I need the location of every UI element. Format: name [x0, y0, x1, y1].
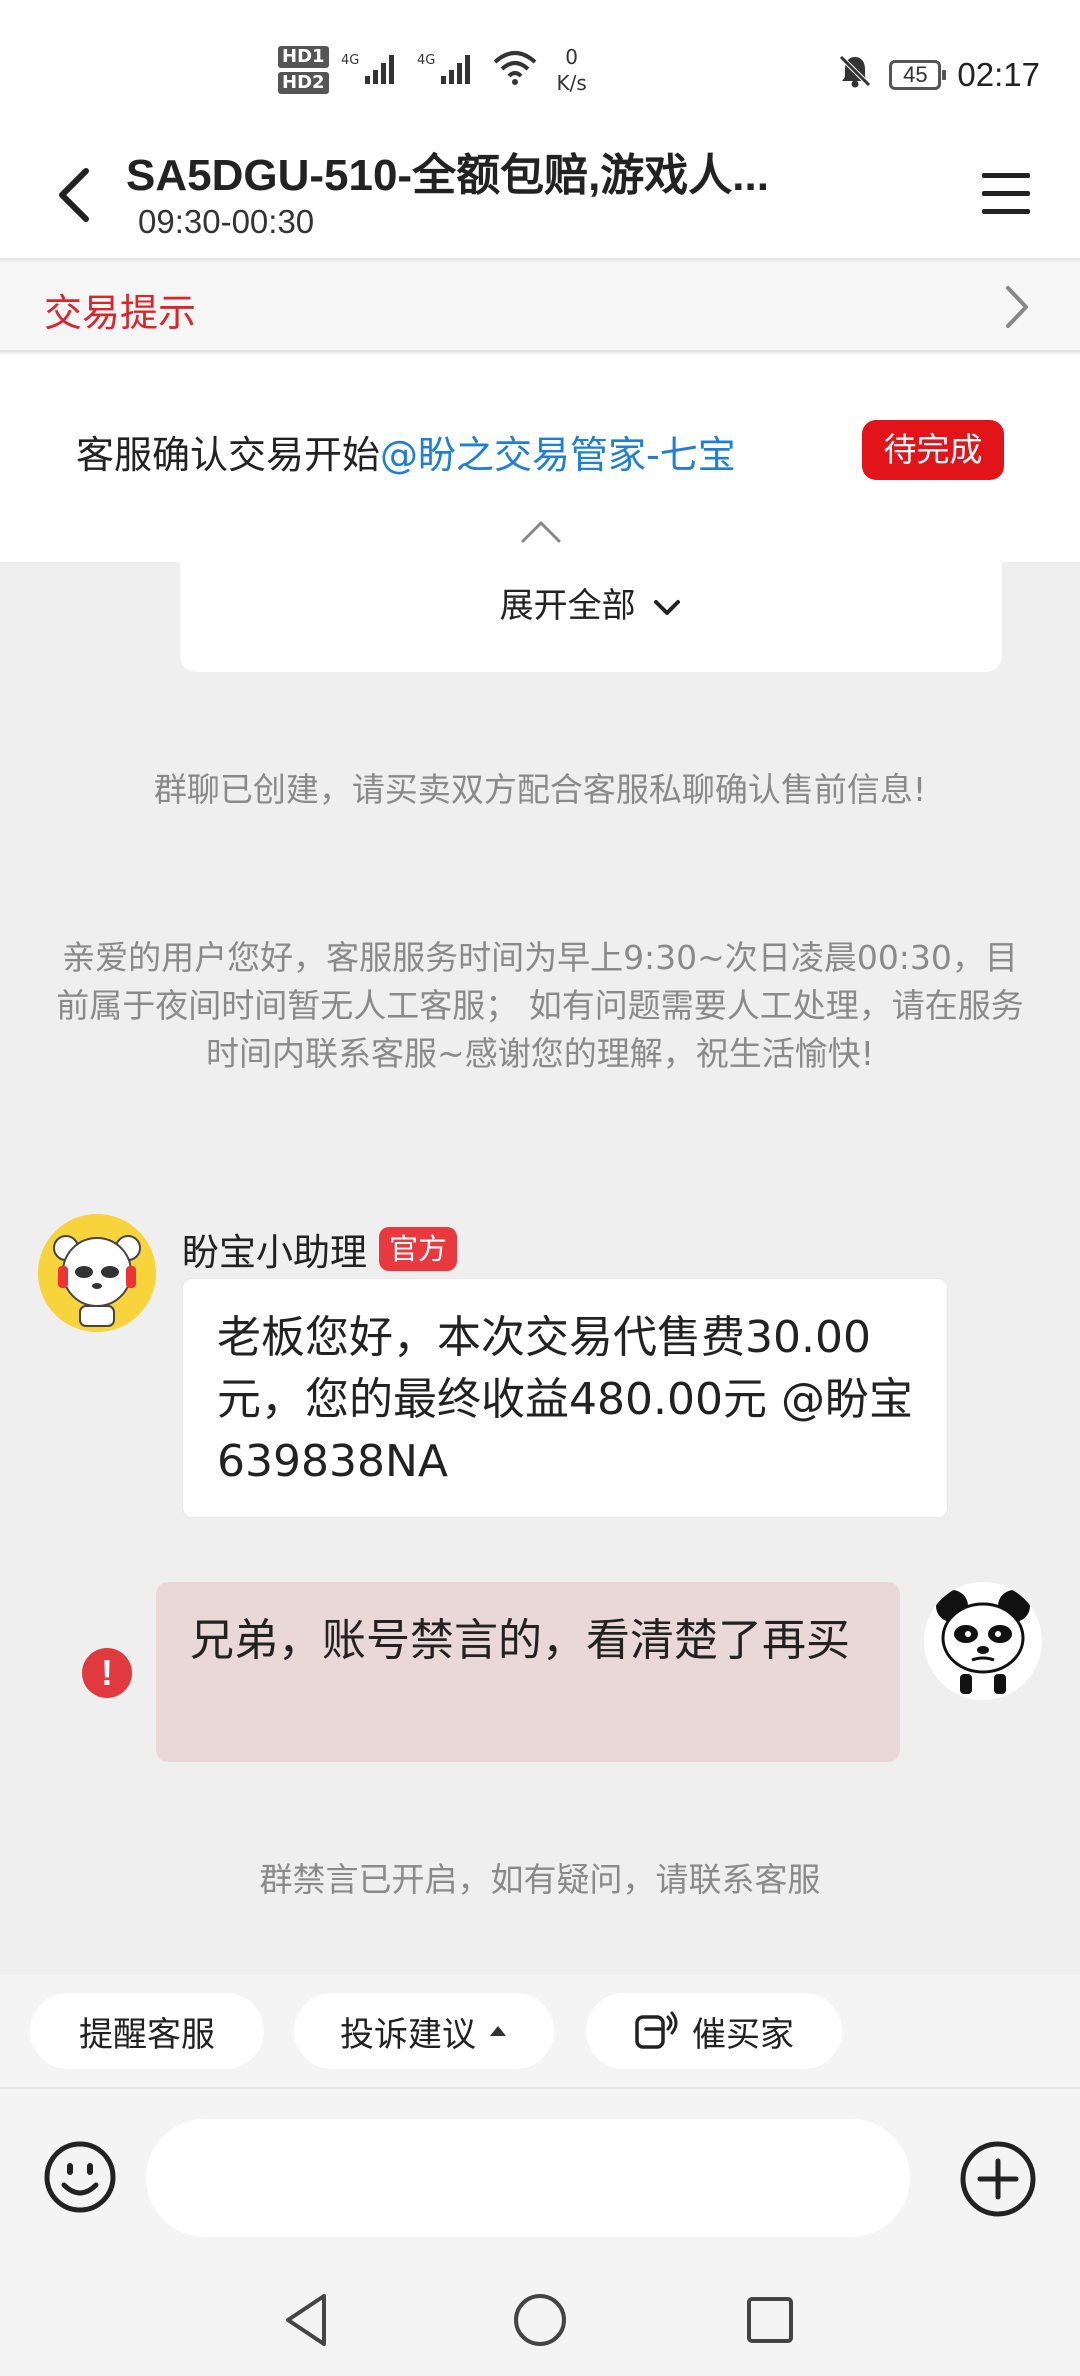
remind-service-label: 提醒客服 — [79, 2014, 215, 2055]
message-sender: 盼宝小助理 官方 — [182, 1222, 458, 1276]
trade-info-card: 展开全部 — [180, 562, 1002, 672]
chat-hours: 09:30-00:30 — [138, 203, 315, 240]
mute-bell-icon — [837, 53, 873, 97]
net-speed-unit: K/s — [556, 71, 587, 95]
signal1-label: 4G — [341, 53, 359, 68]
hd2-label: HD2 — [278, 72, 329, 94]
expand-all-label: 展开全部 — [499, 586, 636, 626]
net-speed: 0 K/s — [557, 44, 587, 96]
system-nav-bar — [0, 2262, 1080, 2376]
notice-main-text: 客服确认交易开始 — [76, 433, 381, 477]
complaint-label: 投诉建议 — [340, 2014, 476, 2055]
emoji-button[interactable] — [42, 2139, 118, 2215]
user-avatar[interactable] — [924, 1582, 1042, 1700]
remind-service-button[interactable]: 提醒客服 — [30, 1993, 264, 2069]
wifi-icon — [493, 50, 537, 91]
trade-tips-bar[interactable]: 交易提示 — [0, 262, 1080, 352]
hamburger-menu-icon — [982, 173, 1030, 214]
signal2-label: 4G — [417, 53, 435, 68]
hand-tap-icon — [635, 2011, 678, 2049]
message-input[interactable] — [146, 2119, 910, 2237]
collapse-chevron-up-icon[interactable] — [520, 518, 562, 544]
signal-icon: 4G — [341, 50, 405, 91]
assistant-avatar[interactable] — [38, 1214, 156, 1332]
nav-back-icon[interactable] — [278, 2290, 338, 2350]
chat-title: SA5DGU-510-全额包赔,游戏人... — [126, 151, 769, 200]
message-input-bar — [0, 2087, 1080, 2262]
panda-avatar-icon — [924, 1582, 1042, 1700]
back-button[interactable] — [44, 155, 104, 235]
chat-header: SA5DGU-510-全额包赔,游戏人... 09:30-00:30 — [0, 135, 1080, 260]
status-bar: HD1 HD2 4G 4G 0 K/s 45 02:17 — [0, 0, 1080, 135]
status-icons: HD1 HD2 4G 4G 0 K/s — [278, 40, 587, 100]
add-attachment-button[interactable] — [958, 2139, 1038, 2219]
pinned-notice: 客服确认交易开始@盼之交易管家-七宝 待完成 — [0, 354, 1080, 562]
chevron-down-icon — [654, 599, 681, 615]
smiley-icon — [44, 2141, 116, 2213]
hd1-label: HD1 — [278, 46, 329, 68]
official-badge: 官方 — [379, 1227, 458, 1271]
menu-button[interactable] — [976, 163, 1036, 223]
bear-mascot-icon — [38, 1214, 156, 1332]
notice-mention[interactable]: @盼之交易管家-七宝 — [380, 433, 736, 477]
clock: 02:17 — [957, 56, 1040, 93]
caret-up-icon — [490, 2026, 506, 2036]
nav-recents-icon[interactable] — [740, 2290, 800, 2350]
trade-tips-label: 交易提示 — [44, 291, 197, 335]
signal-icon: 4G — [417, 50, 481, 91]
expand-all-button[interactable]: 展开全部 — [180, 578, 1002, 627]
pending-status-badge: 待完成 — [862, 420, 1004, 480]
nav-home-icon[interactable] — [510, 2290, 570, 2350]
complaint-button[interactable]: 投诉建议 — [294, 1993, 554, 2069]
send-failed-icon[interactable]: ! — [82, 1648, 132, 1698]
urge-buyer-label: 催买家 — [692, 2014, 794, 2055]
system-message-muted: 群禁言已开启，如有疑问，请联系客服 — [259, 1860, 821, 1899]
system-message-group-created: 群聊已创建，请买卖双方配合客服私聊确认售前信息! — [153, 770, 927, 809]
back-arrow-icon — [59, 168, 89, 222]
plus-circle-icon — [960, 2141, 1036, 2217]
net-speed-value: 0 — [565, 45, 579, 69]
battery-icon: 45 — [889, 60, 947, 90]
incoming-message-bubble[interactable]: 老板您好，本次交易代售费30.00元，您的最终收益480.00元 @盼宝6398… — [182, 1278, 948, 1518]
hd-indicators: HD1 HD2 — [278, 46, 329, 94]
sender-name: 盼宝小助理 — [182, 1231, 367, 1274]
chevron-right-icon — [1006, 286, 1028, 328]
urge-buyer-button[interactable]: 催买家 — [586, 1993, 842, 2069]
status-right: 45 02:17 — [837, 50, 1040, 100]
outgoing-message-bubble[interactable]: 兄弟，账号禁言的，看清楚了再买 — [156, 1582, 900, 1762]
quick-actions-bar: 提醒客服 投诉建议 催买家 — [0, 1975, 1080, 2087]
system-message-service-hours: 亲爱的用户您好，客服服务时间为早上9:30~次日凌晨00:30，目前属于夜间时间… — [56, 938, 1024, 1073]
notice-text: 客服确认交易开始@盼之交易管家-七宝 — [76, 424, 736, 479]
